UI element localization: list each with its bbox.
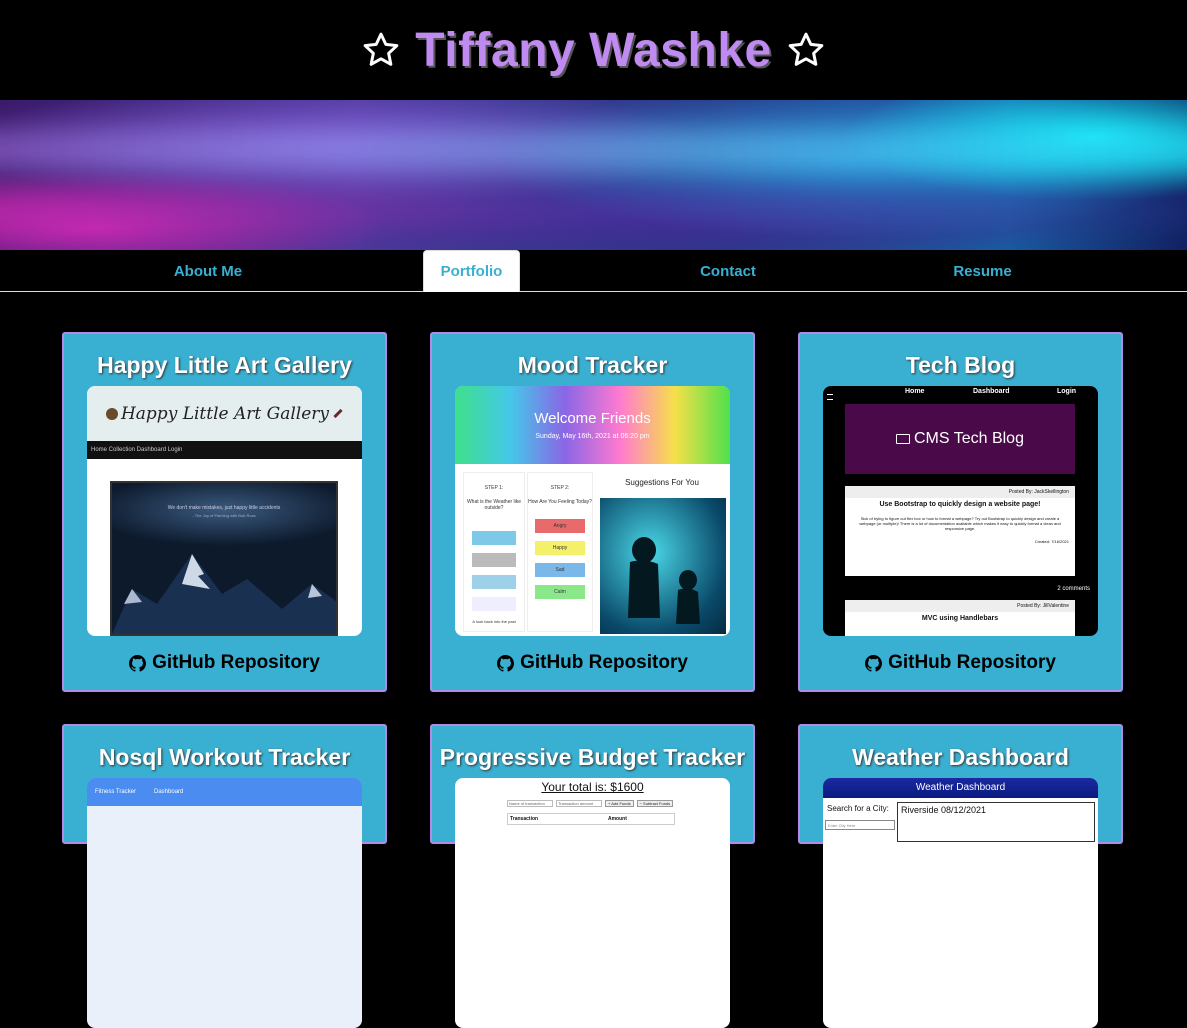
current-weather-city: Riverside 08/12/2021 [897,802,1095,842]
star-outline-icon [363,32,399,66]
shot-footer: A look back into the past [472,619,516,624]
repo-label: GitHub Repository [888,652,1056,673]
project-card: Mood Tracker Welcome Friends Sunday, May… [430,332,755,692]
project-screenshot[interactable]: Home Dashboard Login CMS Tech Blog Poste… [823,386,1098,636]
project-title: Nosql Workout Tracker [98,744,351,770]
transaction-amount-input: Transaction amount [556,800,602,807]
tab-about-me[interactable]: About Me [148,250,268,292]
github-repo-link[interactable]: GitHub Repository [432,652,753,674]
project-title: Happy Little Art Gallery [97,352,352,378]
step-question: How Are You Feeling Today? [528,499,592,505]
project-card: Tech Blog Home Dashboard Login CMS Tech … [798,332,1123,692]
project-title: Tech Blog [905,352,1016,378]
step-label: STEP 2: [550,485,570,491]
comments-count: 2 comments [1057,586,1090,592]
add-funds-button: + Add Funds [605,800,634,807]
post-author: Posted By: JackSkellington [845,486,1075,498]
laptop-icon [896,434,910,444]
site-title: Tiffany Washke [415,23,772,77]
project-card: Nosql Workout Tracker Fitness Tracker Da… [62,724,387,1028]
painting-image: We don't make mistakes, just happy littl… [110,481,338,636]
tab-resume[interactable]: Resume [935,250,1030,292]
city-search-input: Enter City Here [825,820,895,830]
repo-label: GitHub Repository [152,652,320,673]
shot-nav-item: Login [1057,388,1077,395]
step-one-panel: STEP 1: What is the Weather like outside… [463,472,525,632]
tab-portfolio[interactable]: Portfolio [423,250,520,292]
shot-heading: CMS Tech Blog [914,430,1024,447]
shot-date: Sunday, May 16th, 2021 at 06:20 pm [535,433,650,440]
project-title: Weather Dashboard [852,744,1069,770]
tab-contact[interactable]: Contact [680,250,776,292]
table-header: Transaction [510,816,539,822]
project-screenshot[interactable]: Your total is: $1600 Name of transaction… [455,778,730,1028]
shot-heading: Weather Dashboard [823,778,1098,798]
project-screenshot[interactable]: Fitness Tracker Dashboard [87,778,362,1028]
post-title: Use Bootstrap to quickly design a websit… [879,501,1041,508]
painting-caption: We don't make mistakes, just happy littl… [167,505,281,511]
project-screenshot[interactable]: Weather Dashboard Search for a City: Ent… [823,778,1098,1028]
star-outline-icon [788,32,824,66]
blog-post: Posted By: JackSkellington Use Bootstrap… [845,486,1075,576]
github-icon [497,654,515,672]
budget-total: Your total is: $1600 [541,780,644,794]
hamburger-icon [827,394,833,400]
table-header: Amount [608,816,627,822]
step-label: STEP 1: [484,485,504,491]
subtract-funds-button: − Subtract Funds [636,800,674,807]
project-screenshot[interactable]: Welcome Friends Sunday, May 16th, 2021 a… [455,386,730,636]
aquarium-image [600,498,726,634]
shot-heading: Happy Little Art Gallery [120,403,330,424]
mood-button: Sad [535,563,585,577]
painting-source: - The Joy of Painting with Bob Ross [192,513,256,518]
shot-nav-item: Fitness Tracker [95,789,137,795]
blog-post: Posted By: JillValentine MVC using Handl… [845,600,1075,636]
github-repo-link[interactable]: GitHub Repository [800,652,1121,674]
repo-label: GitHub Repository [520,652,688,673]
suggest-heading: Suggestions For You [625,478,699,487]
transaction-name-input: Name of transaction [507,800,553,807]
project-card: Progressive Budget Tracker Your total is… [430,724,755,1028]
project-title: Progressive Budget Tracker [439,744,746,770]
step-question: What is the Weather like outside? [466,499,522,511]
github-icon [865,654,883,672]
mood-button: Happy [535,541,585,555]
shot-nav-item: Home [905,388,925,395]
post-date: Created: 7/16/2021 [1034,539,1069,544]
post-author: Posted By: JillValentine [845,600,1075,612]
brush-icon [333,408,343,419]
palette-icon [105,407,118,420]
search-label: Search for a City: [827,804,889,813]
main-nav: About Me Portfolio Contact Resume [0,250,1187,292]
project-card: Weather Dashboard Weather Dashboard Sear… [798,724,1123,1028]
mood-button: Calm [535,585,585,599]
aurora-banner-image [0,100,1187,250]
mood-button: Angry [535,519,585,533]
step-two-panel: STEP 2: How Are You Feeling Today? Angry… [527,472,593,632]
shot-nav-item: Dashboard [973,388,1010,395]
project-title: Mood Tracker [517,352,668,378]
project-card: Happy Little Art Gallery Happy Little Ar… [62,332,387,692]
blog-banner: CMS Tech Blog [845,404,1075,474]
github-repo-link[interactable]: GitHub Repository [64,652,385,674]
shot-heading: Welcome Friends [534,410,651,427]
github-icon [129,654,147,672]
shot-nav: Home Collection Dashboard Login [87,441,362,459]
post-title: MVC using Handlebars [921,615,999,622]
shot-nav-item: Dashboard [154,789,184,795]
post-body: Sick of trying to figure out flex box or… [859,516,1061,531]
site-header: Tiffany Washke [0,0,1187,100]
project-screenshot[interactable]: Happy Little Art Gallery Home Collection… [87,386,362,636]
